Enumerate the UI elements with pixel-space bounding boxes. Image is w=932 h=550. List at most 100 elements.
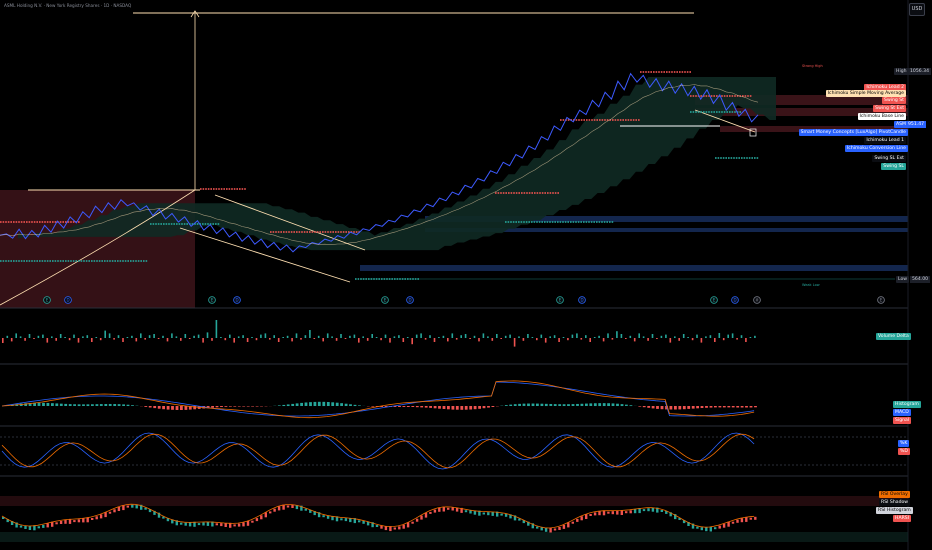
- harsi-candle: [242, 522, 245, 527]
- harsi-candle: [469, 510, 472, 514]
- macd-histogram-bar: [571, 404, 575, 406]
- event-marker[interactable]: D: [578, 296, 586, 304]
- event-marker[interactable]: D: [233, 296, 241, 304]
- swing-dot: [223, 188, 225, 190]
- swing-dot: [228, 188, 231, 190]
- volume-bar: [229, 334, 231, 338]
- volume-bar: [629, 335, 632, 338]
- low-title: Low: [896, 276, 910, 283]
- macd-histogram-bar: [469, 406, 473, 410]
- swing-dot: [106, 260, 109, 262]
- harsi-candle: [269, 511, 272, 514]
- volume-bar: [224, 338, 227, 341]
- harsi-candle: [642, 509, 646, 512]
- swing-dot: [355, 231, 358, 233]
- macd-histogram-bar: [616, 403, 619, 407]
- swing-dot: [26, 260, 28, 262]
- volume-bar: [33, 338, 35, 339]
- macd-histogram-bar: [353, 404, 357, 407]
- event-marker[interactable]: E: [43, 296, 51, 304]
- swing-dot: [28, 260, 31, 262]
- harsi-candle: [651, 507, 655, 512]
- macd-histogram-bar: [611, 403, 615, 407]
- swing-dot: [54, 260, 57, 262]
- event-marker[interactable]: E: [208, 296, 216, 304]
- macd-histogram-bar: [420, 406, 424, 408]
- swing-dot: [65, 260, 67, 262]
- harsi-candle: [362, 520, 365, 524]
- event-marker[interactable]: E: [877, 296, 885, 304]
- swing-dot: [114, 260, 116, 262]
- swing-dot: [181, 223, 183, 225]
- volume-bar: [549, 336, 551, 338]
- volume-bar: [349, 335, 351, 338]
- swing-dot: [726, 111, 728, 113]
- macd-histogram-label: Histogram: [893, 401, 921, 408]
- swing-dot: [583, 221, 585, 223]
- macd-histogram-bar: [340, 403, 343, 406]
- event-marker[interactable]: D: [406, 296, 414, 304]
- chart-canvas[interactable]: E D E D E D E D E D # E: [0, 0, 932, 550]
- volume-bar: [157, 338, 160, 339]
- macd-histogram-bar: [91, 404, 94, 406]
- volume-bar: [442, 335, 445, 338]
- event-marker[interactable]: #: [753, 296, 761, 304]
- harsi-candle: [504, 513, 508, 517]
- event-marker[interactable]: D: [731, 296, 739, 304]
- rsi-oversold-zone: [0, 532, 908, 542]
- swing-dot: [733, 157, 735, 159]
- harsi-candle: [580, 516, 583, 521]
- volume-bar: [340, 334, 342, 338]
- harsi-candle: [553, 528, 557, 531]
- swing-dot: [122, 260, 124, 262]
- swing-dot: [316, 231, 319, 233]
- swing-dot: [726, 95, 728, 97]
- macd-histogram-bar: [696, 406, 699, 409]
- event-marker[interactable]: D: [64, 296, 72, 304]
- event-marker[interactable]: E: [710, 296, 718, 304]
- volume-bar: [24, 338, 26, 341]
- volume-bar: [166, 338, 169, 342]
- swing-dot: [603, 221, 606, 223]
- volume-bar: [313, 338, 316, 339]
- volume-bar: [162, 335, 164, 338]
- macd-histogram-bar: [593, 403, 597, 407]
- swing-dot: [18, 260, 20, 262]
- volume-bar: [193, 335, 195, 338]
- volume-bar: [389, 338, 391, 343]
- volume-bar: [527, 334, 529, 338]
- swing-dot: [132, 260, 135, 262]
- volume-bar: [286, 335, 289, 338]
- volume-bar: [215, 320, 218, 338]
- macd-histogram-bar: [629, 405, 633, 407]
- swing-dot: [604, 119, 606, 121]
- swing-dot: [751, 157, 753, 159]
- swing-dot: [570, 221, 572, 223]
- harsi-candle: [696, 526, 699, 529]
- swing-dot: [549, 192, 552, 194]
- swing-dot: [39, 260, 41, 262]
- volume-bar: [122, 338, 124, 342]
- swing-dot: [591, 119, 593, 121]
- event-marker[interactable]: E: [556, 296, 564, 304]
- swing-dot: [2, 260, 5, 262]
- harsi-candle: [593, 512, 597, 516]
- volume-bar: [135, 338, 138, 342]
- macd-histogram-bar: [37, 402, 41, 406]
- harsi-candle: [611, 511, 614, 515]
- macd-histogram-bar: [255, 406, 259, 407]
- swing-dot: [541, 221, 543, 223]
- harsi-candle: [393, 527, 396, 530]
- volume-bar: [691, 338, 694, 341]
- harsi-candle: [64, 519, 67, 524]
- swing-dot: [663, 71, 665, 73]
- event-marker[interactable]: E: [381, 296, 389, 304]
- swing-dot: [78, 260, 80, 262]
- macd-histogram-bar: [153, 406, 157, 409]
- volume-bar: [731, 333, 734, 338]
- swing-dot: [44, 260, 46, 262]
- volume-bar: [536, 338, 538, 341]
- macd-histogram-bar: [709, 406, 713, 408]
- volume-bar: [749, 337, 752, 338]
- macd-histogram-bar: [567, 404, 570, 406]
